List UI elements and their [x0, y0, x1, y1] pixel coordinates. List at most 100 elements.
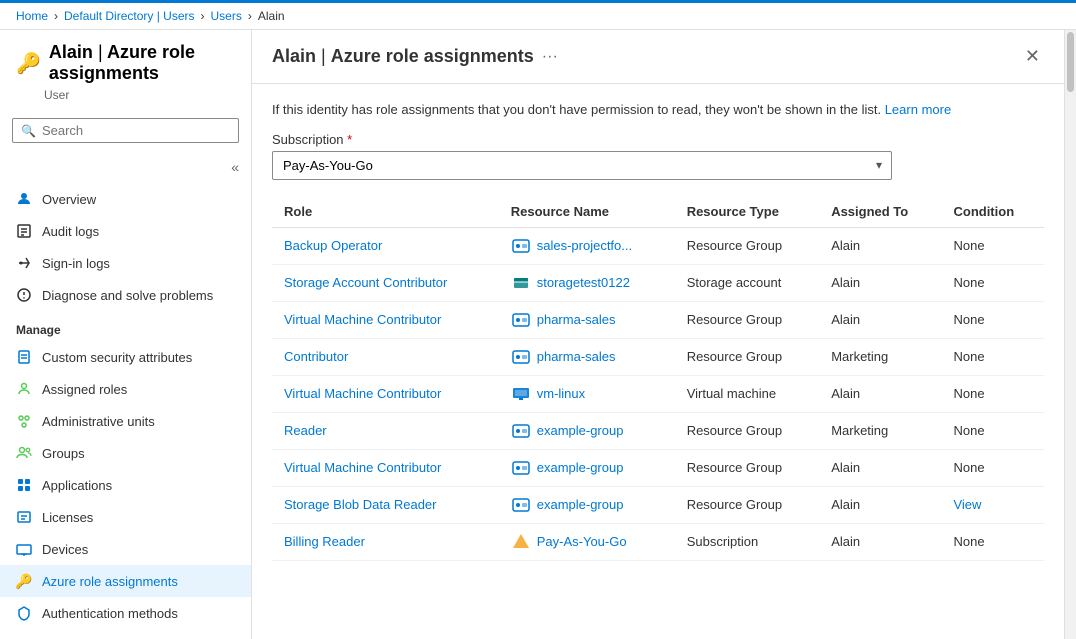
resource-type-icon	[511, 347, 531, 367]
role-cell: Storage Blob Data Reader	[272, 486, 499, 523]
sidebar-item-devices[interactable]: Devices	[0, 533, 251, 565]
resource-name-link[interactable]: storagetest0122	[537, 275, 630, 290]
subscription-select-wrapper: Pay-As-You-Go ▾	[272, 151, 892, 180]
resource-name-link[interactable]: vm-linux	[537, 386, 585, 401]
resource-type-icon	[511, 384, 531, 404]
resource-type-icon	[511, 532, 531, 552]
condition-none: None	[953, 534, 984, 549]
sidebar-item-licenses[interactable]: Licenses	[0, 501, 251, 533]
condition-none: None	[953, 460, 984, 475]
resource-type-icon	[511, 458, 531, 478]
resource-name-cell: example-group	[499, 449, 675, 486]
resource-type-cell: Storage account	[675, 264, 820, 301]
breadcrumb-current: Alain	[258, 9, 285, 23]
required-marker: *	[347, 132, 352, 147]
role-cell: Virtual Machine Contributor	[272, 449, 499, 486]
sidebar-item-auth-methods[interactable]: Authentication methods	[0, 597, 251, 629]
resource-name-link[interactable]: example-group	[537, 460, 624, 475]
condition-cell: None	[941, 264, 1044, 301]
col-resource-name: Resource Name	[499, 196, 675, 228]
breadcrumb-users[interactable]: Users	[211, 9, 242, 23]
sidebar-item-diagnose[interactable]: Diagnose and solve problems	[0, 279, 251, 311]
scrollbar-track	[1064, 30, 1076, 639]
close-button[interactable]: ✕	[1021, 42, 1044, 71]
sidebar-collapse: «	[0, 151, 251, 183]
condition-cell: None	[941, 449, 1044, 486]
role-link[interactable]: Storage Blob Data Reader	[284, 497, 436, 512]
role-link[interactable]: Reader	[284, 423, 327, 438]
sidebar-item-auth-methods-label: Authentication methods	[42, 606, 178, 621]
condition-view-link[interactable]: View	[953, 497, 981, 512]
condition-cell: None	[941, 338, 1044, 375]
role-cell: Storage Account Contributor	[272, 264, 499, 301]
resource-type-icon	[511, 310, 531, 330]
sidebar-item-azure-role-assignments[interactable]: 🔑 Azure role assignments	[0, 565, 251, 597]
condition-cell: None	[941, 412, 1044, 449]
resource-type-cell: Resource Group	[675, 338, 820, 375]
assigned-roles-icon	[16, 381, 32, 397]
sidebar-item-custom-security-label: Custom security attributes	[42, 350, 192, 365]
sidebar-item-overview[interactable]: Overview	[0, 183, 251, 215]
roles-table: Role Resource Name Resource Type Assigne…	[272, 196, 1044, 561]
sidebar-item-admin-units[interactable]: Administrative units	[0, 405, 251, 437]
resource-name-link[interactable]: sales-projectfo...	[537, 238, 632, 253]
sidebar-item-audit-logs[interactable]: Audit logs	[0, 215, 251, 247]
subscription-select[interactable]: Pay-As-You-Go	[272, 151, 892, 180]
resource-name-link[interactable]: example-group	[537, 497, 624, 512]
learn-more-link[interactable]: Learn more	[885, 102, 951, 117]
resource-name-link[interactable]: Pay-As-You-Go	[537, 534, 627, 549]
content-area: Alain | Azure role assignments ··· ✕ If …	[252, 30, 1064, 639]
sidebar-item-assigned-roles[interactable]: Assigned roles	[0, 373, 251, 405]
condition-none: None	[953, 275, 984, 290]
role-link[interactable]: Billing Reader	[284, 534, 365, 549]
groups-icon	[16, 445, 32, 461]
resource-name-cell: pharma-sales	[499, 301, 675, 338]
resource-type-icon	[511, 421, 531, 441]
role-link[interactable]: Backup Operator	[284, 238, 382, 253]
resource-type-cell: Resource Group	[675, 412, 820, 449]
role-link[interactable]: Virtual Machine Contributor	[284, 460, 441, 475]
role-cell: Backup Operator	[272, 227, 499, 264]
resource-name-link[interactable]: example-group	[537, 423, 624, 438]
subscription-row: Subscription * Pay-As-You-Go ▾	[272, 132, 1044, 180]
page-title: Alain | Azure role assignments	[49, 42, 235, 84]
sidebar-item-groups[interactable]: Groups	[0, 437, 251, 469]
resource-name-link[interactable]: pharma-sales	[537, 312, 616, 327]
assigned-to-cell: Marketing	[819, 338, 941, 375]
resource-name-link[interactable]: pharma-sales	[537, 349, 616, 364]
search-input[interactable]	[42, 123, 230, 138]
table-row: Virtual Machine Contributor vm-linux Vir…	[272, 375, 1044, 412]
info-text: If this identity has role assignments th…	[272, 102, 881, 117]
person-icon	[16, 191, 32, 207]
sidebar-item-applications[interactable]: Applications	[0, 469, 251, 501]
scrollbar-thumb[interactable]	[1067, 32, 1074, 92]
header-menu-icon[interactable]: ···	[542, 48, 558, 66]
sidebar-nav: Overview Audit logs Sign-in logs Diagnos…	[0, 183, 251, 639]
role-link[interactable]: Storage Account Contributor	[284, 275, 447, 290]
role-link[interactable]: Virtual Machine Contributor	[284, 312, 441, 327]
breadcrumb-home[interactable]: Home	[16, 9, 48, 23]
sidebar-item-custom-security[interactable]: Custom security attributes	[0, 341, 251, 373]
role-link[interactable]: Contributor	[284, 349, 348, 364]
condition-none: None	[953, 312, 984, 327]
role-link[interactable]: Virtual Machine Contributor	[284, 386, 441, 401]
condition-cell: None	[941, 375, 1044, 412]
search-box[interactable]: 🔍	[12, 118, 239, 143]
breadcrumb-directory[interactable]: Default Directory | Users	[64, 9, 194, 23]
role-cell: Virtual Machine Contributor	[272, 375, 499, 412]
condition-cell: View	[941, 486, 1044, 523]
condition-cell: None	[941, 227, 1044, 264]
condition-cell: None	[941, 301, 1044, 338]
collapse-icon[interactable]: «	[227, 155, 243, 179]
role-cell: Reader	[272, 412, 499, 449]
condition-cell: None	[941, 523, 1044, 560]
resource-type-cell: Virtual machine	[675, 375, 820, 412]
sidebar-item-signin-logs[interactable]: Sign-in logs	[0, 247, 251, 279]
search-icon: 🔍	[21, 124, 36, 138]
resource-type-cell: Resource Group	[675, 486, 820, 523]
condition-none: None	[953, 349, 984, 364]
assigned-to-cell: Alain	[819, 375, 941, 412]
resource-name-cell: sales-projectfo...	[499, 227, 675, 264]
key-icon: 🔑	[16, 51, 41, 76]
table-row: Billing Reader Pay-As-You-Go Subscriptio…	[272, 523, 1044, 560]
